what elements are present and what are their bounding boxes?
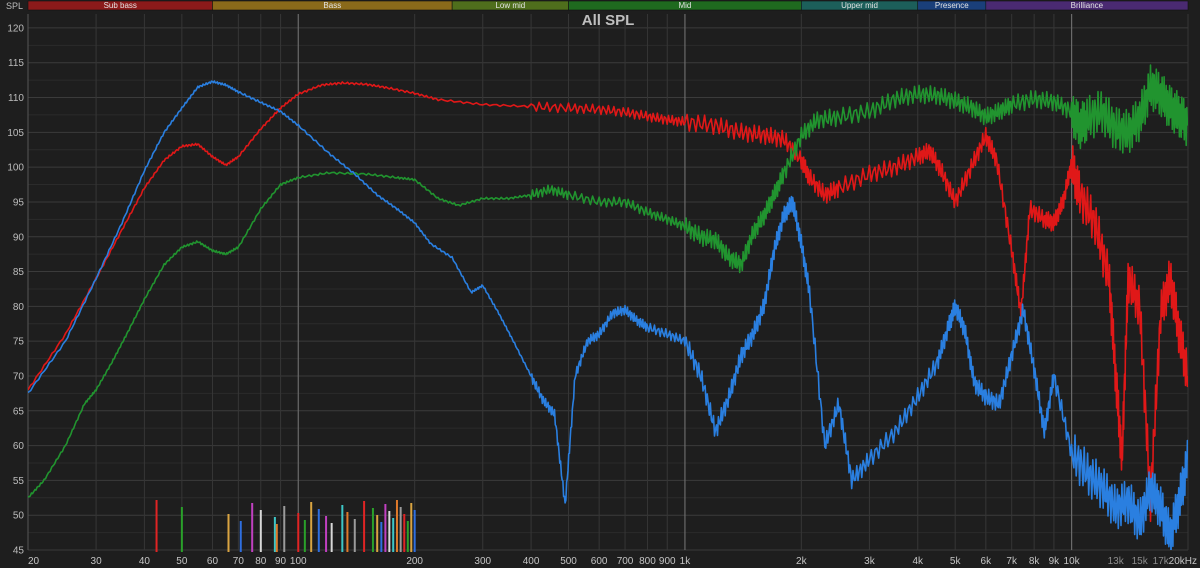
x-tick-label: 40 xyxy=(139,556,151,567)
chart-title: All SPL xyxy=(582,12,635,29)
x-tick-label: 10k xyxy=(1064,556,1081,567)
x-tick-label: 80 xyxy=(255,556,267,567)
x-tick-label: 300 xyxy=(474,556,491,567)
x-tick-label: 3k xyxy=(864,556,876,567)
y-tick-label: 100 xyxy=(7,163,24,174)
x-tick-label: 50 xyxy=(176,556,188,567)
y-tick-label: 45 xyxy=(13,546,25,557)
y-tick-label: 65 xyxy=(13,406,25,417)
y-tick-label: 70 xyxy=(13,371,25,382)
x-tick-label: 200 xyxy=(406,556,423,567)
spl-chart: Sub bass Bass Low mid Mid Upper mid Presence B… xyxy=(0,0,1200,568)
y-tick-label: 55 xyxy=(13,476,25,487)
frequency-band-strip: Sub bass Bass Low mid Mid Upper mid Presence B… xyxy=(27,0,1189,11)
chart-stage: Sub bass Bass Low mid Mid Upper mid Presence B… xyxy=(0,0,1200,568)
y-tick-label: 115 xyxy=(8,58,24,69)
x-tick-label: 20kHz xyxy=(1169,556,1197,567)
x-tick-label: 5k xyxy=(950,556,962,567)
y-tick-label: 75 xyxy=(13,337,25,348)
x-tick-label: 70 xyxy=(233,556,245,567)
chart-background xyxy=(0,0,1200,568)
y-tick-label: 60 xyxy=(13,441,25,452)
x-tick-label: 17k xyxy=(1153,556,1170,567)
x-tick-label: 900 xyxy=(659,556,676,567)
x-tick-label: 500 xyxy=(560,556,577,567)
x-tick-label: 400 xyxy=(523,556,540,567)
x-tick-label: 60 xyxy=(207,556,219,567)
x-tick-label: 100 xyxy=(290,556,307,567)
y-tick-label: 85 xyxy=(13,267,25,278)
x-tick-label: 2k xyxy=(796,556,808,567)
y-tick-label: 90 xyxy=(13,232,25,243)
y-tick-label: 110 xyxy=(8,93,24,104)
band-label: Sub bass xyxy=(104,1,137,10)
x-tick-label: 15k xyxy=(1132,556,1149,567)
x-tick-label: 1k xyxy=(680,556,692,567)
y-axis-label: SPL xyxy=(6,1,23,11)
band-label: Bass xyxy=(323,1,341,10)
x-tick-label: 13k xyxy=(1108,556,1125,567)
band-label: Upper mid xyxy=(841,1,878,10)
y-tick-label: 95 xyxy=(13,197,25,208)
x-tick-label: 600 xyxy=(591,556,608,567)
y-tick-label: 50 xyxy=(13,511,25,522)
band-label: Brilliance xyxy=(1071,1,1104,10)
band-label: Mid xyxy=(678,1,691,10)
y-tick-label: 105 xyxy=(7,128,24,139)
x-tick-label: 20 xyxy=(28,556,40,567)
x-tick-label: 700 xyxy=(617,556,634,567)
x-tick-label: 4k xyxy=(912,556,924,567)
x-tick-label: 30 xyxy=(91,556,103,567)
x-tick-label: 9k xyxy=(1049,556,1061,567)
x-tick-label: 8k xyxy=(1029,556,1041,567)
x-tick-label: 7k xyxy=(1006,556,1018,567)
x-tick-label: 800 xyxy=(639,556,656,567)
band-label: Presence xyxy=(935,1,969,10)
x-tick-label: 90 xyxy=(275,556,287,567)
y-tick-label: 120 xyxy=(7,23,24,34)
x-tick-label: 6k xyxy=(981,556,993,567)
band-label: Low mid xyxy=(495,1,525,10)
y-tick-label: 80 xyxy=(13,302,25,313)
